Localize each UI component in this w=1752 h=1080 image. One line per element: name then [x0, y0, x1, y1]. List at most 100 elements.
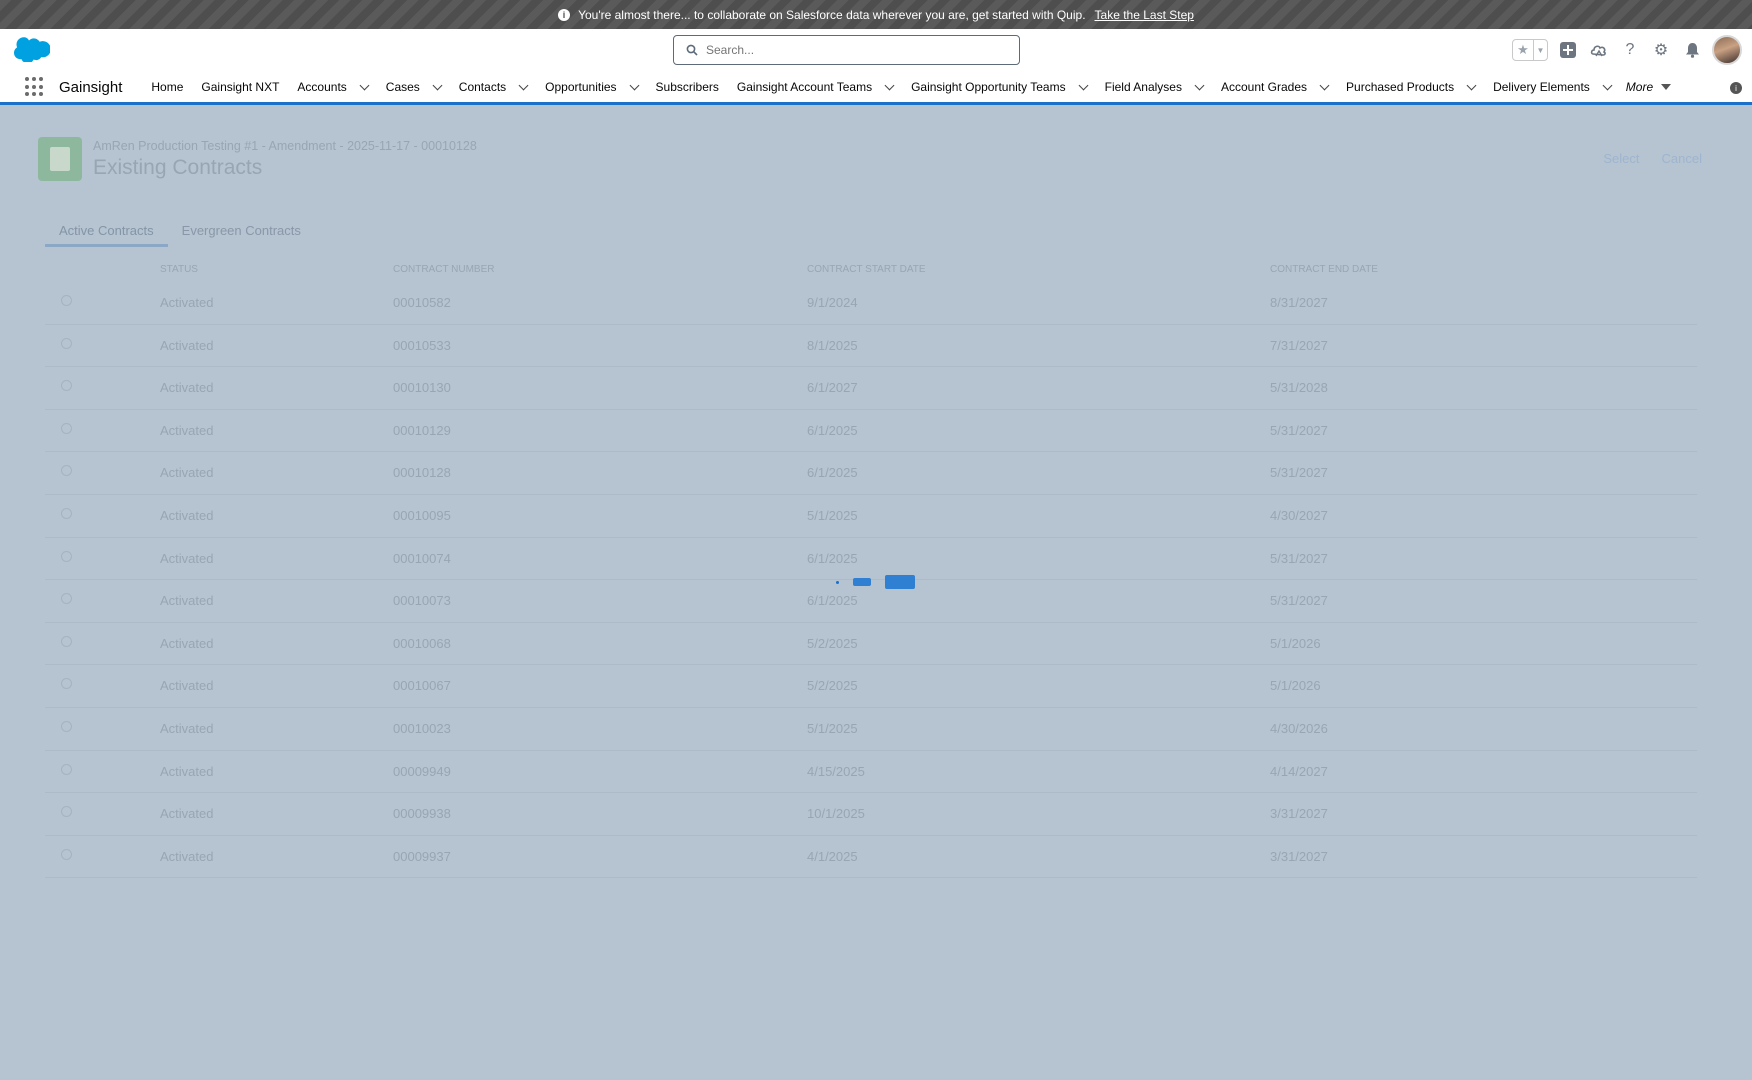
tab-evergreen-contracts[interactable]: Evergreen Contracts — [168, 223, 315, 247]
chevron-down-icon[interactable] — [1194, 80, 1205, 90]
column-header-start-date[interactable]: Contract Start Date — [807, 264, 926, 275]
chevron-down-icon[interactable] — [359, 80, 370, 90]
nav-item-gainsight-opportunity-teams[interactable]: Gainsight Opportunity Teams — [902, 72, 1096, 102]
nav-item-gainsight-nxt[interactable]: Gainsight NXT — [192, 72, 288, 102]
setup-gear-icon[interactable]: ⚙ — [1650, 39, 1672, 61]
nav-item-accounts[interactable]: Accounts — [288, 72, 376, 102]
row-select-radio[interactable] — [61, 763, 72, 775]
chevron-down-icon[interactable] — [1602, 80, 1613, 90]
nav-item-opportunities[interactable]: Opportunities — [536, 72, 646, 102]
nav-item-subscribers[interactable]: Subscribers — [647, 72, 728, 102]
chevron-down-icon[interactable] — [629, 80, 639, 90]
contract-number-cell: 00010128 — [393, 465, 451, 481]
header-actions: Select Cancel — [1603, 151, 1702, 166]
chevron-down-icon[interactable] — [518, 80, 529, 90]
table-row[interactable]: Activated 00010067 5/2/2025 5/1/2026 — [45, 665, 1697, 708]
contract-number-cell: 00010130 — [393, 380, 451, 396]
row-select-radio[interactable] — [61, 678, 72, 690]
status-cell: Activated — [160, 550, 214, 566]
table-row[interactable]: Activated 00010068 5/2/2025 5/1/2026 — [45, 623, 1697, 666]
help-icon[interactable]: ? — [1619, 39, 1641, 61]
row-select-radio[interactable] — [61, 507, 72, 519]
nav-items: Home Gainsight NXT Accounts Cases Contacts Op… — [142, 72, 1619, 102]
row-select-radio[interactable] — [61, 593, 72, 605]
nav-item-label: Accounts — [297, 80, 347, 94]
nav-item-label: Cases — [385, 80, 420, 94]
table-row[interactable]: Activated 00010023 5/1/2025 4/30/2026 — [45, 708, 1697, 751]
nav-item-purchased-products[interactable]: Purchased Products — [1337, 72, 1484, 102]
start-date-cell: 5/1/2025 — [807, 507, 858, 523]
nav-item-delivery-elements[interactable]: Delivery Elements — [1484, 72, 1620, 102]
row-select-radio[interactable] — [61, 635, 72, 647]
select-button[interactable]: Select — [1603, 151, 1639, 166]
tab-active-contracts[interactable]: Active Contracts — [45, 223, 168, 247]
nav-item-label: Delivery Elements — [1493, 80, 1590, 94]
table-row[interactable]: Activated 00010074 6/1/2025 5/31/2027 — [45, 538, 1697, 581]
table-row[interactable]: Activated 00010129 6/1/2025 5/31/2027 — [45, 410, 1697, 453]
app-navigation-bar: Gainsight Home Gainsight NXT Accounts Cases… — [0, 72, 1752, 105]
existing-contracts-page: AmRen Production Testing #1 - Amendment … — [0, 107, 1752, 1080]
contract-number-cell: 00010095 — [393, 507, 451, 523]
row-select-radio[interactable] — [61, 295, 72, 306]
global-search[interactable] — [673, 35, 1020, 65]
chevron-down-icon[interactable] — [1466, 80, 1477, 90]
nav-item-label: Field Analyses — [1104, 80, 1182, 94]
table-row[interactable]: Activated 00010582 9/1/2024 8/31/2027 — [45, 282, 1697, 325]
table-row[interactable]: Activated 00010095 5/1/2025 4/30/2027 — [45, 495, 1697, 538]
column-header-status[interactable]: Status — [160, 264, 198, 275]
app-launcher-icon[interactable] — [25, 77, 45, 97]
nav-item-gainsight-account-teams[interactable]: Gainsight Account Teams — [728, 72, 902, 102]
favorites-star-icon[interactable]: ★ — [1513, 40, 1533, 60]
table-row[interactable]: Activated 00009949 4/15/2025 4/14/2027 — [45, 751, 1697, 794]
banner-message: You're almost there... to collaborate on… — [578, 7, 1086, 22]
nav-item-home[interactable]: Home — [142, 72, 192, 102]
row-select-radio[interactable] — [61, 550, 72, 562]
chevron-down-icon[interactable] — [1078, 80, 1089, 90]
user-avatar[interactable] — [1712, 35, 1742, 65]
status-cell: Activated — [160, 593, 214, 609]
row-select-radio[interactable] — [61, 422, 72, 434]
notifications-bell-icon[interactable] — [1681, 39, 1703, 61]
row-select-radio[interactable] — [61, 720, 72, 732]
nav-item-contacts[interactable]: Contacts — [450, 72, 536, 102]
chevron-down-icon[interactable] — [1319, 80, 1330, 90]
nav-more-menu[interactable]: More — [1626, 80, 1672, 94]
cancel-button[interactable]: Cancel — [1662, 151, 1702, 166]
row-select-radio[interactable] — [61, 337, 72, 349]
row-select-radio[interactable] — [61, 380, 72, 392]
start-date-cell: 8/1/2025 — [807, 337, 858, 353]
table-row[interactable]: Activated 00009938 10/1/2025 3/31/2027 — [45, 793, 1697, 836]
nav-item-field-analyses[interactable]: Field Analyses — [1096, 72, 1212, 102]
status-cell: Activated — [160, 635, 214, 651]
nav-item-label: Gainsight Account Teams — [736, 80, 873, 94]
table-row[interactable]: Activated 00010128 6/1/2025 5/31/2027 — [45, 452, 1697, 495]
row-select-radio[interactable] — [61, 848, 72, 860]
nav-item-account-grades[interactable]: Account Grades — [1212, 72, 1337, 102]
column-header-end-date[interactable]: Contract End Date — [1270, 264, 1378, 275]
row-select-radio[interactable] — [61, 806, 72, 818]
end-date-cell: 4/30/2026 — [1270, 720, 1328, 736]
table-row[interactable]: Activated 00010130 6/1/2027 5/31/2028 — [45, 367, 1697, 410]
start-date-cell: 4/1/2025 — [807, 848, 858, 864]
trailhead-icon[interactable] — [1588, 39, 1610, 61]
row-select-radio[interactable] — [61, 465, 72, 477]
salesforce-logo-icon[interactable] — [14, 36, 50, 62]
start-date-cell: 5/2/2025 — [807, 678, 858, 694]
global-add-icon[interactable] — [1557, 39, 1579, 61]
take-last-step-link[interactable]: Take the Last Step — [1095, 8, 1194, 22]
search-input[interactable] — [706, 43, 996, 57]
favorites-dropdown-icon[interactable]: ▼ — [1533, 40, 1547, 60]
chevron-down-icon[interactable] — [432, 80, 443, 90]
nav-item-cases[interactable]: Cases — [377, 72, 450, 102]
end-date-cell: 5/1/2026 — [1270, 678, 1321, 694]
nav-item-label: Contacts — [458, 80, 507, 94]
table-row[interactable]: Activated 00010533 8/1/2025 7/31/2027 — [45, 325, 1697, 368]
end-date-cell: 3/31/2027 — [1270, 848, 1328, 864]
global-header: ★ ▼ ? ⚙ — [0, 29, 1752, 72]
column-header-contract-number[interactable]: Contract Number — [393, 264, 494, 275]
status-cell: Activated — [160, 507, 214, 523]
table-row[interactable]: Activated 00009937 4/1/2025 3/31/2027 — [45, 836, 1697, 879]
nav-item-label: Gainsight Opportunity Teams — [911, 80, 1066, 94]
chevron-down-icon[interactable] — [884, 80, 895, 90]
info-icon[interactable]: i — [1730, 82, 1742, 94]
